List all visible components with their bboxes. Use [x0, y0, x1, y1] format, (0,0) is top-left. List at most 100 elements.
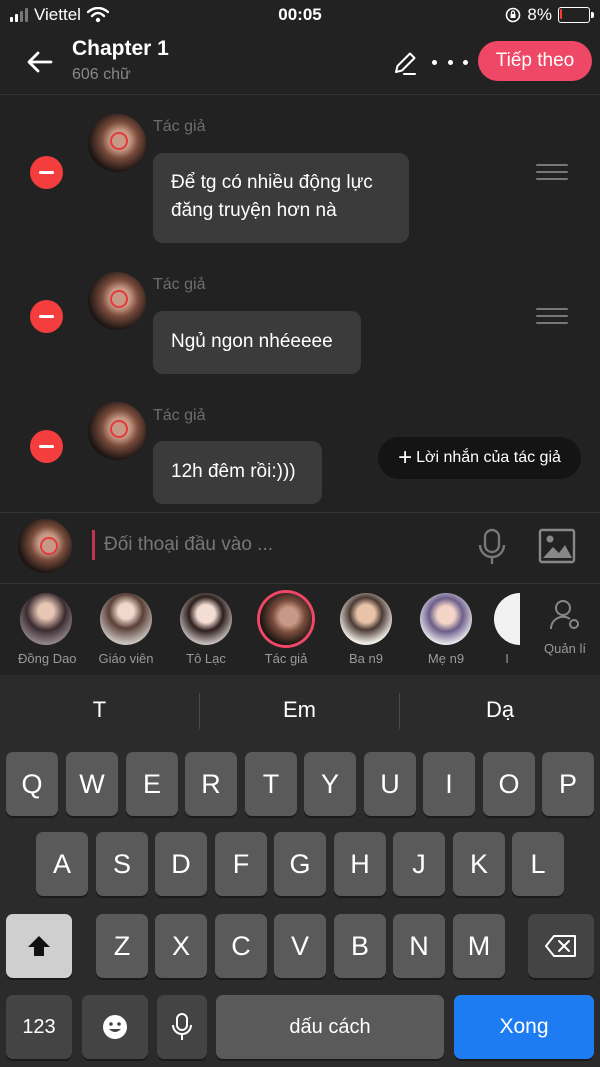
drag-handle-icon[interactable]: [536, 164, 568, 180]
key-z[interactable]: Z: [96, 914, 148, 978]
text-cursor: [92, 530, 95, 560]
message-text-line: Để tg có nhiều động lực: [171, 172, 373, 193]
drag-handle-icon[interactable]: [536, 308, 568, 324]
dictation-key[interactable]: [157, 995, 207, 1059]
character-name: Đồng Dao: [18, 651, 77, 666]
key-v[interactable]: V: [274, 914, 326, 978]
character-name: Giáo viên: [98, 651, 154, 666]
avatar: [180, 593, 232, 645]
avatar: [494, 593, 520, 645]
manage-characters-button[interactable]: Quản lí: [540, 598, 590, 656]
message-text-line: Ngủ ngon nhéeeee: [171, 331, 333, 352]
character-partial[interactable]: I: [494, 593, 520, 666]
avatar: [88, 114, 146, 172]
emoji-icon: [103, 1015, 127, 1039]
message-author: Tác giả: [153, 276, 206, 293]
status-bar: Viettel 00:05 8%: [0, 0, 600, 30]
character-name: Tác giả: [264, 651, 308, 666]
shift-key[interactable]: [6, 914, 72, 978]
back-arrow-icon[interactable]: [24, 46, 56, 78]
dialogue-input[interactable]: Đối thoại đầu vào ...: [104, 534, 273, 556]
key-e[interactable]: E: [126, 752, 178, 816]
key-j[interactable]: J: [393, 832, 445, 896]
character-name: I: [505, 651, 509, 666]
edit-pencil-icon[interactable]: [392, 50, 418, 76]
avatar: [100, 593, 152, 645]
key-h[interactable]: H: [334, 832, 386, 896]
keyboard: T Em Dạ Q W E R T Y U I O P A S D F G H …: [0, 675, 600, 1067]
message-author: Tác giả: [153, 118, 206, 135]
key-k[interactable]: K: [453, 832, 505, 896]
image-icon[interactable]: [538, 527, 576, 565]
word-count: 606 chữ: [72, 66, 131, 83]
key-o[interactable]: O: [483, 752, 535, 816]
message-bubble[interactable]: 12h đêm rồi:))): [153, 441, 322, 504]
key-d[interactable]: D: [155, 832, 207, 896]
message-bubble[interactable]: Để tg có nhiều động lực đăng truyện hơn …: [153, 153, 409, 243]
suggestion[interactable]: Em: [200, 675, 399, 745]
battery-percent: 8%: [527, 5, 552, 24]
backspace-icon: [545, 935, 576, 957]
done-key[interactable]: Xong: [454, 995, 594, 1059]
microphone-icon[interactable]: [472, 527, 512, 567]
current-speaker-avatar[interactable]: [18, 519, 72, 573]
key-b[interactable]: B: [334, 914, 386, 978]
character-ba-n9[interactable]: Ba n9: [338, 593, 394, 666]
character-name: Ba n9: [349, 651, 383, 666]
key-g[interactable]: G: [274, 832, 326, 896]
remove-message-button[interactable]: [30, 300, 63, 333]
key-a[interactable]: A: [36, 832, 88, 896]
backspace-key[interactable]: [528, 914, 594, 978]
author-note-label: Lời nhắn của tác giả: [416, 449, 561, 466]
character-tac-gia[interactable]: Tác giả: [258, 593, 314, 666]
numbers-key[interactable]: 123: [6, 995, 72, 1059]
message-text-line: 12h đêm rồi:))): [171, 461, 296, 482]
message-bubble[interactable]: Ngủ ngon nhéeeee: [153, 311, 361, 374]
chapter-title: Chapter 1: [72, 37, 169, 60]
key-s[interactable]: S: [96, 832, 148, 896]
key-n[interactable]: N: [393, 914, 445, 978]
character-strip: Đồng Dao Giáo viên Tô Lạc Tác giả Ba n9 …: [0, 583, 600, 675]
avatar: [420, 593, 472, 645]
editor-header: Chapter 1 606 chữ Tiếp theo: [0, 30, 600, 95]
emoji-key[interactable]: [82, 995, 148, 1059]
key-y[interactable]: Y: [304, 752, 356, 816]
key-l[interactable]: L: [512, 832, 564, 896]
key-q[interactable]: Q: [6, 752, 58, 816]
avatar: [260, 593, 312, 645]
key-x[interactable]: X: [155, 914, 207, 978]
space-key[interactable]: dấu cách: [216, 995, 444, 1059]
key-c[interactable]: C: [215, 914, 267, 978]
key-r[interactable]: R: [185, 752, 237, 816]
key-w[interactable]: W: [66, 752, 118, 816]
key-u[interactable]: U: [364, 752, 416, 816]
shift-arrow-icon: [28, 936, 50, 956]
avatar: [88, 272, 146, 330]
message-author: Tác giả: [153, 407, 206, 424]
remove-message-button[interactable]: [30, 156, 63, 189]
key-m[interactable]: M: [453, 914, 505, 978]
author-note-button[interactable]: + Lời nhắn của tác giả: [378, 437, 581, 479]
character-dong-dao[interactable]: Đồng Dao: [18, 593, 77, 666]
avatar: [20, 593, 72, 645]
manage-label: Quản lí: [544, 641, 586, 656]
key-p[interactable]: P: [542, 752, 594, 816]
avatar: [340, 593, 392, 645]
character-name: Mẹ n9: [427, 651, 465, 666]
more-options-icon[interactable]: [432, 52, 468, 72]
character-to-lac[interactable]: Tô Lạc: [178, 593, 234, 666]
character-me-n9[interactable]: Mẹ n9: [418, 593, 474, 666]
suggestion[interactable]: Dạ: [400, 675, 600, 745]
user-settings-icon: [549, 600, 579, 630]
key-t[interactable]: T: [245, 752, 297, 816]
battery-icon: [558, 7, 594, 23]
remove-message-button[interactable]: [30, 430, 63, 463]
microphone-icon: [172, 1013, 192, 1040]
next-button[interactable]: Tiếp theo: [478, 41, 592, 81]
rotation-lock-icon: [506, 7, 521, 23]
character-giao-vien[interactable]: Giáo viên: [98, 593, 154, 666]
suggestion[interactable]: T: [0, 675, 199, 745]
plus-icon: +: [398, 444, 413, 471]
key-i[interactable]: I: [423, 752, 475, 816]
key-f[interactable]: F: [215, 832, 267, 896]
